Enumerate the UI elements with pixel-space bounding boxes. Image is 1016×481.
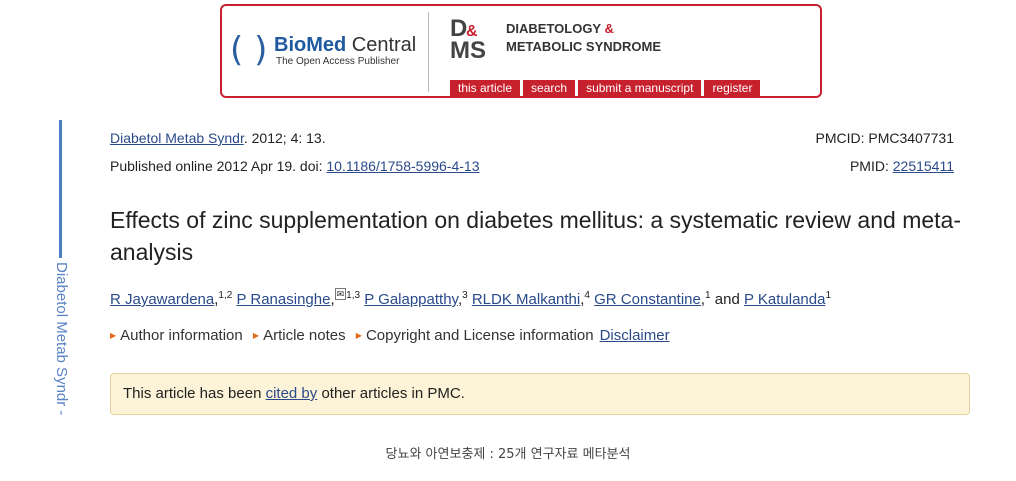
author-affiliation: 1	[705, 290, 711, 301]
side-accent-line	[59, 120, 62, 258]
identifier-meta: PMCID: PMC3407731 PMID: 22515411	[815, 124, 954, 180]
biomed-central-logo[interactable]: ( ) BioMed Central The Open Access Publi…	[230, 30, 430, 72]
cited-by-suffix: other articles in PMC.	[317, 385, 465, 402]
doi-link[interactable]: 10.1186/1758-5996-4-13	[326, 158, 479, 174]
side-journal-label[interactable]: Diabetol Metab Syndr -	[48, 262, 70, 432]
author-affiliation: 3	[462, 290, 468, 301]
citation-meta: Diabetol Metab Syndr. 2012; 4: 13. Publi…	[110, 124, 479, 180]
and-text: and	[714, 291, 740, 308]
article-notes-toggle[interactable]: ▶ Article notes	[253, 327, 346, 344]
article-notes-label: Article notes	[263, 327, 346, 344]
journal-link[interactable]: Diabetol Metab Syndr	[110, 130, 244, 146]
cited-by-notice: This article has been cited by other art…	[110, 373, 970, 415]
author-affiliation: 1,2	[218, 290, 233, 301]
journal-title-amp: &	[600, 21, 614, 36]
banner-nav: this article search submit a manuscript …	[450, 80, 761, 97]
article-info-links: ▶ Author information ▶ Article notes ▶ Copy…	[110, 326, 670, 346]
publisher-name: BioMed Central	[274, 34, 416, 57]
author-affiliation: 1,3	[346, 290, 361, 301]
volume-text: . 2012; 4: 13.	[243, 130, 326, 146]
article-title: Effects of zinc supplementation on diabe…	[110, 207, 961, 265]
copyright-toggle[interactable]: ▶ Copyright and License information	[356, 327, 594, 344]
author-link[interactable]: GR Constantine	[594, 291, 701, 308]
publisher-tagline: The Open Access Publisher	[276, 56, 400, 67]
pmcid-text: PMCID: PMC3407731	[815, 130, 954, 146]
disclaimer-link[interactable]: Disclaimer	[600, 327, 670, 344]
triangle-right-icon: ▶	[355, 331, 362, 340]
author-information-toggle[interactable]: ▶ Author information	[110, 327, 243, 344]
journal-title: DIABETOLOGY & METABOLIC SYNDROME	[506, 20, 661, 56]
journal-title-line2: METABOLIC SYNDROME	[506, 39, 662, 54]
author-list: R Jayawardena,1,2 P Ranasinghe, ✉ 1,3 P Ga…	[110, 288, 832, 308]
banner-divider	[428, 12, 429, 92]
cited-by-link[interactable]: cited by	[266, 385, 318, 402]
publisher-name-bold: BioMed	[274, 34, 347, 56]
nav-search[interactable]: search	[523, 80, 576, 97]
copyright-label: Copyright and License information	[365, 327, 594, 344]
image-caption: 당뇨와 아연보충제 : 25개 연구자료 메타분석	[385, 447, 631, 462]
triangle-right-icon: ▶	[110, 331, 117, 340]
pmid-label: PMID:	[849, 158, 893, 174]
journal-logo-icon[interactable]: D & MS	[450, 14, 494, 60]
cited-by-prefix: This article has been	[123, 385, 266, 402]
published-text: Published online 2012 Apr 19. doi:	[110, 158, 327, 174]
nav-submit-manuscript[interactable]: submit a manuscript	[578, 80, 702, 97]
author-link[interactable]: P Galappatthy	[364, 291, 458, 308]
journal-title-line1: DIABETOLOGY	[506, 21, 601, 36]
nav-register[interactable]: register	[704, 80, 761, 97]
author-link[interactable]: RLDK Malkanthi	[472, 291, 580, 308]
author-link[interactable]: P Katulanda	[744, 291, 825, 308]
author-affiliation: 1	[825, 290, 832, 301]
journal-banner: ( ) BioMed Central The Open Access Publi…	[220, 4, 822, 98]
author-link[interactable]: R Jayawardena	[110, 291, 214, 308]
author-affiliation: 4	[584, 290, 590, 301]
pmid-link[interactable]: 22515411	[893, 158, 954, 174]
author-information-label: Author information	[120, 327, 243, 344]
svg-text:MS: MS	[450, 37, 486, 60]
publisher-name-light: Central	[346, 34, 417, 56]
author-link[interactable]: P Ranasinghe	[236, 291, 330, 308]
biomed-central-logo-mark: ( )	[230, 30, 268, 70]
nav-this-article[interactable]: this article	[450, 80, 521, 97]
triangle-right-icon: ▶	[252, 331, 260, 340]
mail-icon[interactable]: ✉	[334, 288, 347, 300]
